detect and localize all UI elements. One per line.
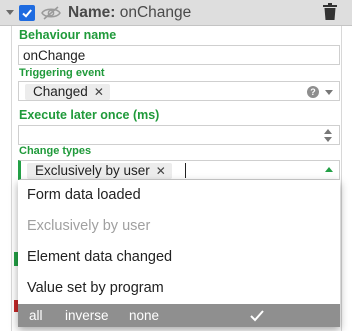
change-types-dropdown: Form data loaded Exclusively by user Ele… [18, 180, 340, 327]
spin-down-icon[interactable] [324, 137, 332, 142]
option-exclusively-by-user[interactable]: Exclusively by user [18, 211, 340, 242]
triggering-event-tag: Changed ✕ [25, 84, 110, 100]
header-title: Name: onChange [68, 4, 191, 22]
select-all-button[interactable]: all [29, 304, 43, 327]
change-types-label: Change types [19, 145, 92, 157]
dropdown-footer: all inverse none [18, 304, 340, 327]
option-value-set-by-program[interactable]: Value set by program [18, 273, 340, 304]
behaviour-name-value: onChange [23, 48, 86, 63]
change-types-tag: Exclusively by user ✕ [27, 163, 172, 179]
select-none-button[interactable]: none [129, 304, 159, 327]
chevron-down-icon[interactable] [6, 10, 14, 15]
change-types-tag-label: Exclusively by user [35, 163, 150, 178]
change-types-select[interactable]: Exclusively by user ✕ [18, 160, 340, 180]
close-icon[interactable]: ✕ [156, 164, 166, 178]
eye-off-icon[interactable] [41, 5, 61, 21]
behaviour-name-label: Behaviour name [19, 28, 117, 42]
select-inverse-button[interactable]: inverse [65, 304, 109, 327]
execute-later-input[interactable] [18, 125, 340, 145]
triggering-event-label: Triggering event [19, 67, 105, 79]
trash-icon[interactable] [323, 3, 337, 21]
triggering-event-tag-label: Changed [33, 84, 88, 99]
checkbox-checked-icon [22, 9, 32, 18]
spin-up-icon[interactable] [324, 129, 332, 134]
name-value: onChange [119, 4, 192, 21]
number-spinner[interactable] [323, 127, 333, 143]
chevron-down-icon[interactable] [325, 90, 333, 95]
behaviour-header: Name: onChange [0, 0, 352, 26]
close-icon[interactable]: ✕ [94, 85, 104, 99]
behaviour-name-input[interactable]: onChange [18, 45, 340, 65]
option-form-data-loaded[interactable]: Form data loaded [18, 180, 340, 211]
enabled-checkbox[interactable] [19, 5, 35, 21]
triggering-event-select[interactable]: Changed ✕ ? [18, 81, 340, 101]
text-caret [185, 163, 186, 178]
chevron-up-icon[interactable] [325, 167, 333, 172]
name-label: Name: [68, 4, 116, 21]
option-element-data-changed[interactable]: Element data changed [18, 242, 340, 273]
help-icon[interactable]: ? [307, 86, 319, 98]
execute-later-label: Execute later once (ms) [19, 108, 160, 122]
check-icon[interactable] [250, 309, 264, 322]
